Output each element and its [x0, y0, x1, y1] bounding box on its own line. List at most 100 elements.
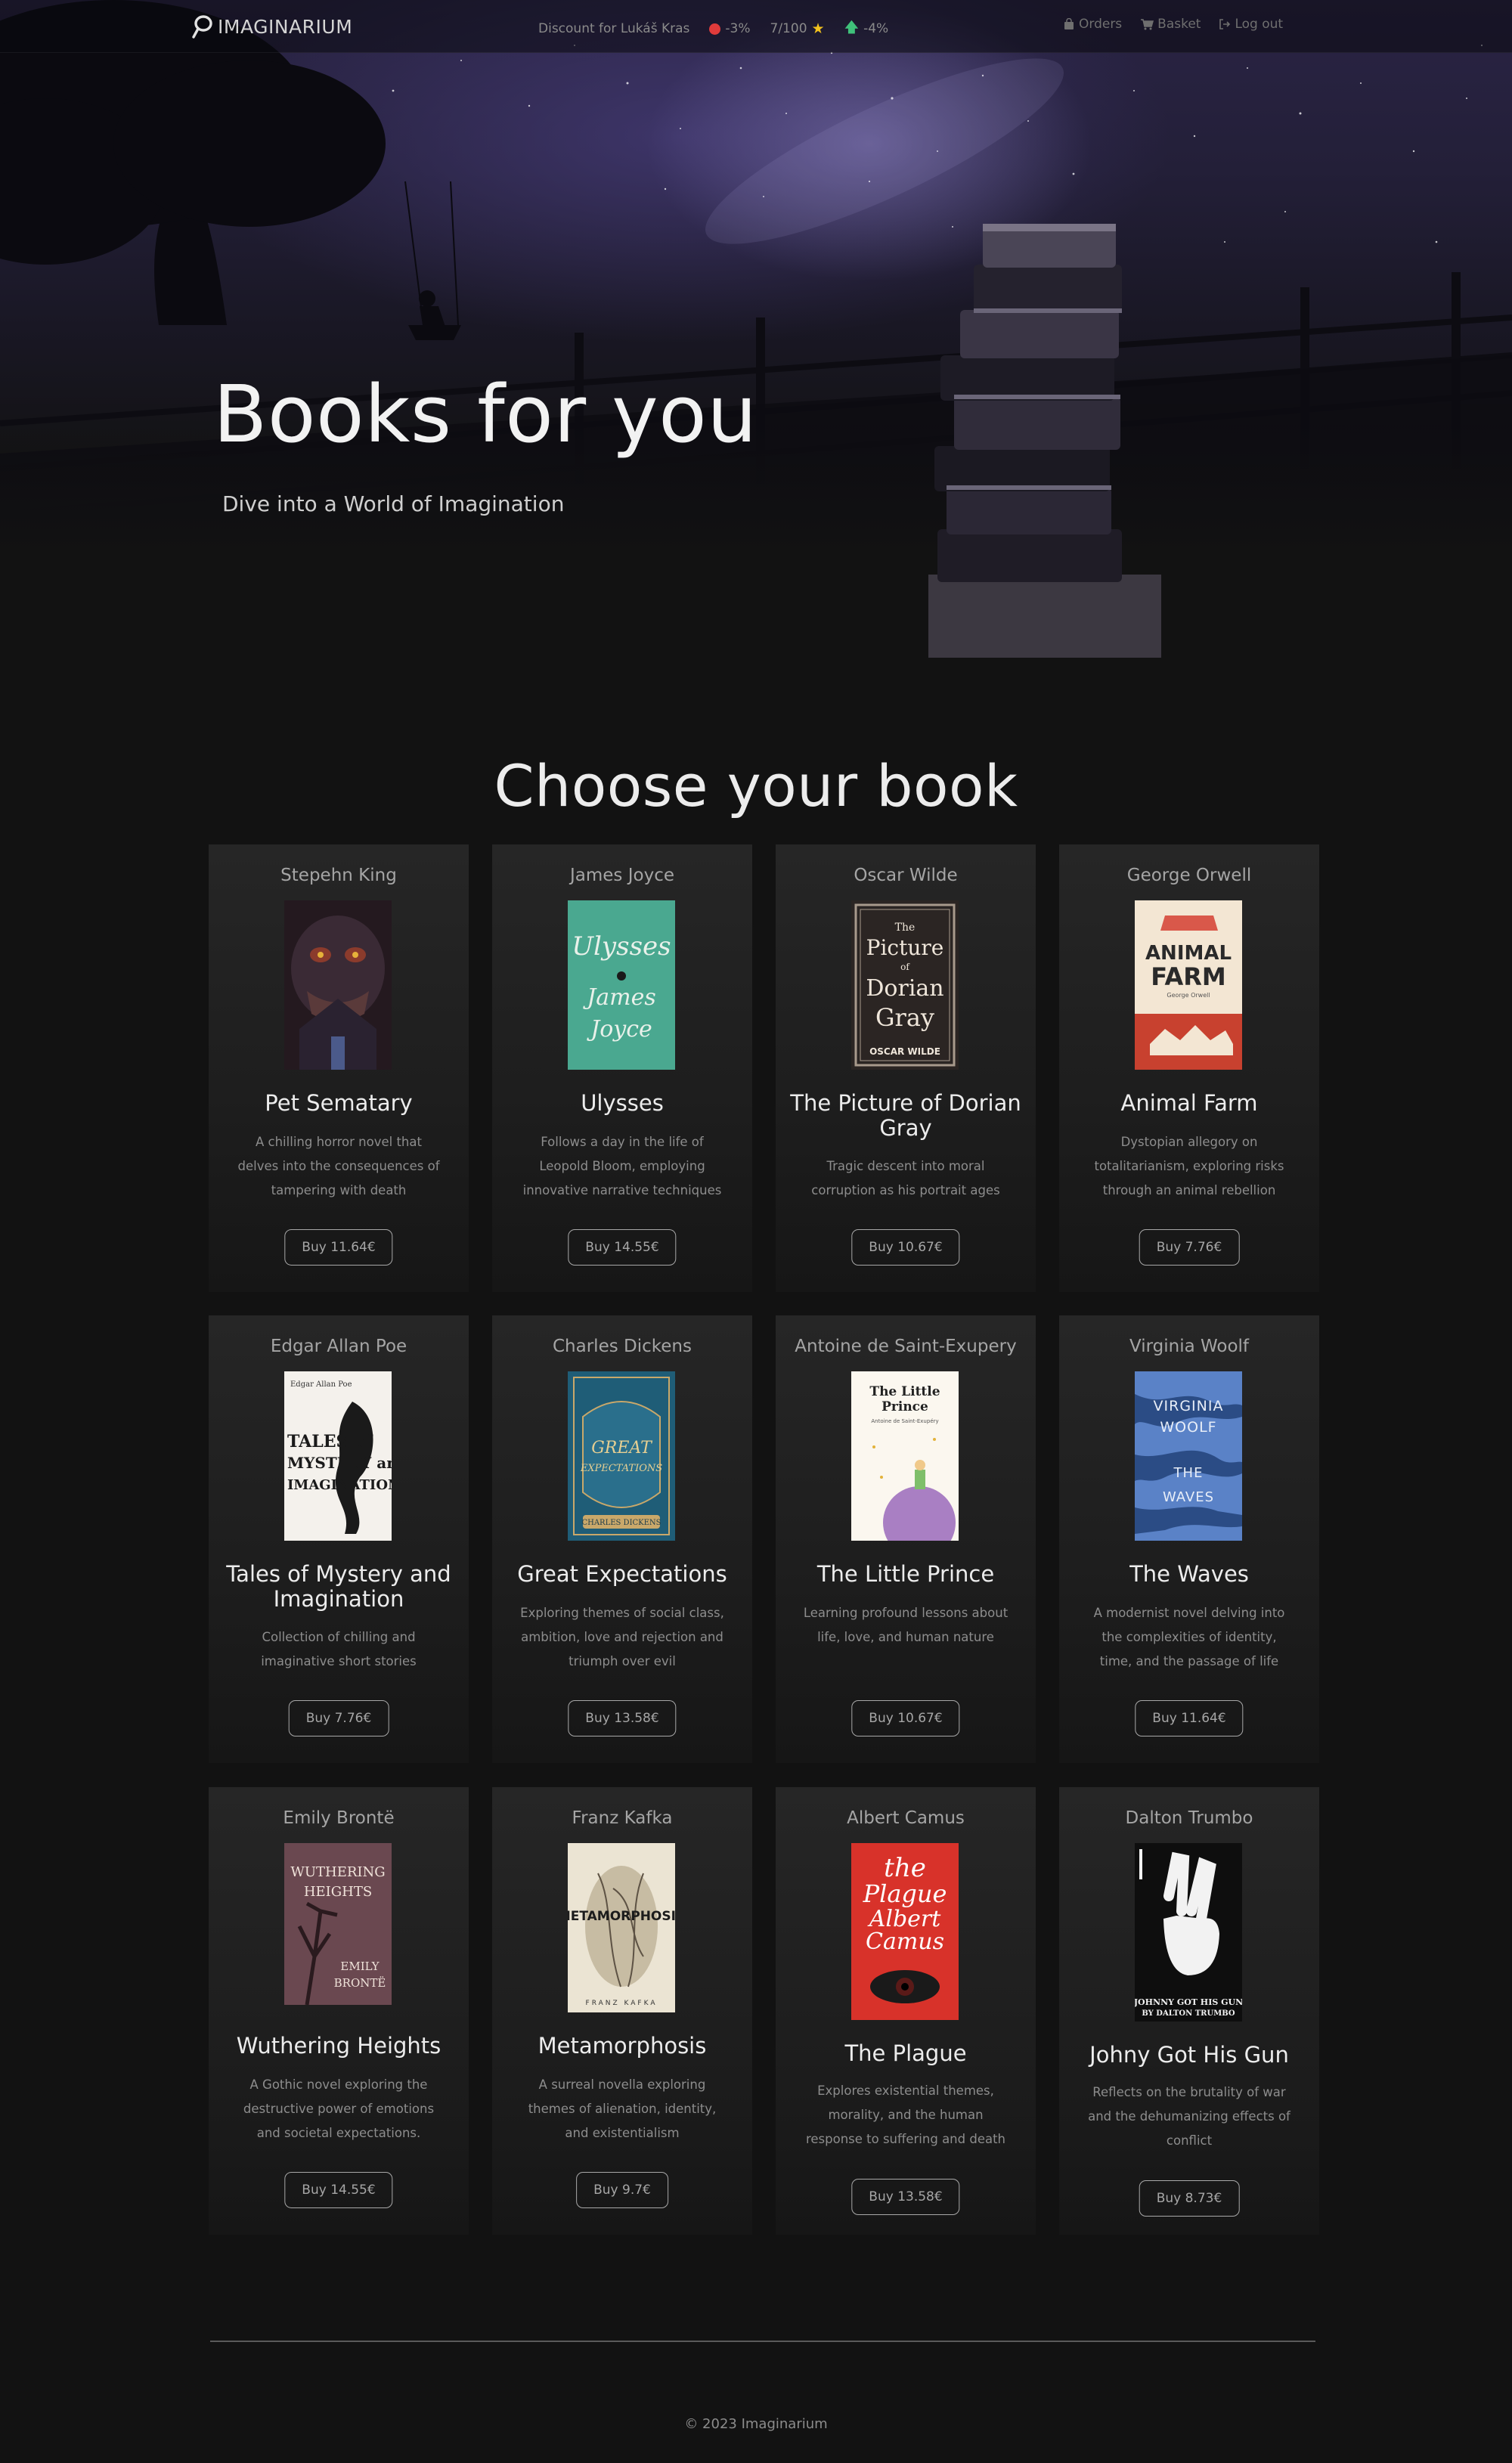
- trend-badge: 🡅 -4%: [844, 17, 889, 41]
- book-card: Stepehn King Pet Sematary A chilling hor…: [209, 844, 469, 1292]
- buy-button[interactable]: Buy 10.67€: [851, 1229, 960, 1266]
- book-cover-image: WUTHERING HEIGHTS EMILY BRONTË: [284, 1843, 392, 2012]
- rating-value: 7/100: [770, 21, 807, 36]
- buy-button[interactable]: Buy 7.76€: [1139, 1229, 1240, 1266]
- book-title: Ulysses: [581, 1090, 664, 1116]
- buy-button[interactable]: Buy 13.58€: [568, 1700, 677, 1736]
- account-navigation: Orders Basket Log out: [1063, 17, 1283, 32]
- svg-text:VIRGINIA: VIRGINIA: [1154, 1398, 1224, 1414]
- book-author: Oscar Wilde: [854, 866, 958, 885]
- status-dot-icon: [709, 23, 721, 35]
- buy-button[interactable]: Buy 9.7€: [576, 2172, 668, 2208]
- book-cover-image: [284, 900, 392, 1070]
- discount-percent: -3%: [725, 21, 751, 36]
- logout-link[interactable]: Log out: [1219, 17, 1283, 32]
- orders-link[interactable]: Orders: [1063, 17, 1122, 32]
- book-cover-image: JOHNNY GOT HIS GUN BY DALTON TRUMBO: [1135, 1843, 1242, 2022]
- book-title: The Little Prince: [816, 1561, 995, 1587]
- book-author: Stepehn King: [280, 866, 397, 885]
- svg-text:Edgar Allan Poe: Edgar Allan Poe: [290, 1380, 352, 1389]
- book-author: Emily Brontë: [283, 1808, 395, 1828]
- svg-text:CHARLES DICKENS: CHARLES DICKENS: [581, 1519, 661, 1527]
- book-title: Great Expectations: [517, 1561, 727, 1587]
- book-card: Antoine de Saint-Exupery The Little Prin…: [776, 1315, 1036, 1763]
- svg-text:Picture: Picture: [866, 935, 944, 960]
- book-card: Virginia Woolf VIRGINIA WOOLF THE WAVES …: [1059, 1315, 1319, 1763]
- svg-text:George Orwell: George Orwell: [1167, 992, 1210, 999]
- book-card: George Orwell ANIMAL FARM George Orwell …: [1059, 844, 1319, 1292]
- svg-text:ANIMAL: ANIMAL: [1145, 942, 1232, 965]
- svg-text:Plague: Plague: [863, 1879, 947, 1908]
- svg-text:Gray: Gray: [875, 1003, 934, 1032]
- top-navigation-bar: IMAGINARIUM Discount for Lukáš Kras -3% …: [0, 0, 1512, 53]
- book-title: Pet Sematary: [265, 1090, 413, 1116]
- book-cover-image: GREAT EXPECTATIONS CHARLES DICKENS: [568, 1371, 675, 1541]
- basket-label: Basket: [1157, 17, 1201, 32]
- buy-button[interactable]: Buy 8.73€: [1139, 2180, 1240, 2217]
- rating-badge: 7/100 ★: [770, 20, 825, 37]
- svg-text:Camus: Camus: [866, 1929, 944, 1955]
- book-title: The Plague: [844, 2040, 967, 2066]
- buy-button[interactable]: Buy 14.55€: [284, 2172, 393, 2208]
- book-description: Follows a day in the life of Leopold Blo…: [522, 1135, 722, 1198]
- cart-icon: [1141, 19, 1154, 30]
- svg-text:Prince: Prince: [881, 1399, 928, 1414]
- book-card: Oscar Wilde The Picture of Dorian Gray O…: [776, 844, 1036, 1292]
- brand-logo-link[interactable]: IMAGINARIUM: [191, 14, 352, 39]
- buy-button[interactable]: Buy 14.55€: [568, 1229, 677, 1266]
- book-card: Dalton Trumbo JOHNNY GOT HIS GUN BY DALT…: [1059, 1787, 1319, 2235]
- book-title: Metamorphosis: [538, 2033, 707, 2059]
- svg-text:FARM: FARM: [1151, 962, 1225, 991]
- book-title: Animal Farm: [1120, 1090, 1258, 1116]
- basket-link[interactable]: Basket: [1140, 17, 1201, 32]
- book-cover-image: VIRGINIA WOOLF THE WAVES: [1135, 1371, 1242, 1541]
- book-author: Albert Camus: [847, 1808, 965, 1828]
- hero-title: Books for you: [213, 368, 758, 460]
- buy-button[interactable]: Buy 13.58€: [851, 2179, 960, 2215]
- catalog-title: Choose your book: [494, 752, 1018, 819]
- book-description: Exploring themes of social class, ambiti…: [520, 1606, 724, 1669]
- svg-text:THE: THE: [1173, 1465, 1204, 1481]
- svg-text:The: The: [895, 922, 916, 934]
- book-cover-image: METAMORPHOSIS FRANZ KAFKA: [568, 1843, 675, 2012]
- book-description: Learning profound lessons about life, lo…: [803, 1606, 1009, 1645]
- buy-button[interactable]: Buy 7.76€: [288, 1700, 389, 1736]
- book-description: Reflects on the brutality of war and the…: [1088, 2085, 1290, 2149]
- logout-icon: [1219, 19, 1231, 29]
- book-card: Edgar Allan Poe Edgar Allan Poe TALES of…: [209, 1315, 469, 1763]
- book-description: Tragic descent into moral corruption as …: [811, 1159, 1000, 1198]
- book-author: George Orwell: [1126, 866, 1252, 885]
- book-title: The Waves: [1129, 1561, 1249, 1587]
- buy-button[interactable]: Buy 10.67€: [851, 1700, 960, 1736]
- svg-text:The Little: The Little: [869, 1384, 940, 1399]
- book-card: Emily Brontë WUTHERING HEIGHTS EMILY BRO…: [209, 1787, 469, 2235]
- svg-text:FRANZ KAFKA: FRANZ KAFKA: [586, 2000, 658, 2007]
- book-title: Wuthering Heights: [236, 2033, 442, 2059]
- book-description: A chilling horror novel that delves into…: [237, 1135, 440, 1198]
- book-card: Charles Dickens GREAT EXPECTATIONS CHARL…: [492, 1315, 752, 1763]
- book-description: Explores existential themes, morality, a…: [805, 2083, 1006, 2147]
- svg-text:WUTHERING: WUTHERING: [290, 1864, 385, 1880]
- brand-ring-icon: [192, 15, 212, 39]
- book-cover-image: The Picture of Dorian Gray OSCAR WILDE: [851, 900, 959, 1070]
- book-author: Edgar Allan Poe: [270, 1337, 407, 1356]
- svg-text:IMAGINATION: IMAGINATION: [287, 1477, 392, 1493]
- svg-text:METAMORPHOSIS: METAMORPHOSIS: [568, 1909, 675, 1924]
- book-description: Dystopian allegory on totalitarianism, e…: [1094, 1135, 1284, 1198]
- buy-button[interactable]: Buy 11.64€: [1135, 1700, 1244, 1736]
- book-card: Albert Camus the Plague Albert Camus The…: [776, 1787, 1036, 2235]
- svg-text:Joyce: Joyce: [586, 1016, 652, 1043]
- svg-text:Ulysses: Ulysses: [572, 931, 671, 962]
- svg-text:JOHNNY GOT HIS GUN: JOHNNY GOT HIS GUN: [1135, 1997, 1242, 2007]
- hero-banner: Books for you Dive into a World of Imagi…: [0, 0, 1512, 680]
- book-cover-image: The Little Prince Antoine de Saint-Exupé…: [851, 1371, 959, 1541]
- svg-text:BRONTË: BRONTË: [334, 1976, 386, 1990]
- orders-label: Orders: [1079, 17, 1123, 32]
- book-author: Virginia Woolf: [1129, 1337, 1250, 1356]
- svg-text:MYSTERY and: MYSTERY and: [287, 1454, 392, 1472]
- svg-text:EMILY: EMILY: [340, 1960, 380, 1973]
- buy-button[interactable]: Buy 11.64€: [284, 1229, 393, 1266]
- book-title: Tales of Mystery and Imagination: [226, 1561, 451, 1612]
- arrow-up-icon: 🡅: [844, 19, 860, 36]
- svg-text:GREAT: GREAT: [591, 1439, 653, 1458]
